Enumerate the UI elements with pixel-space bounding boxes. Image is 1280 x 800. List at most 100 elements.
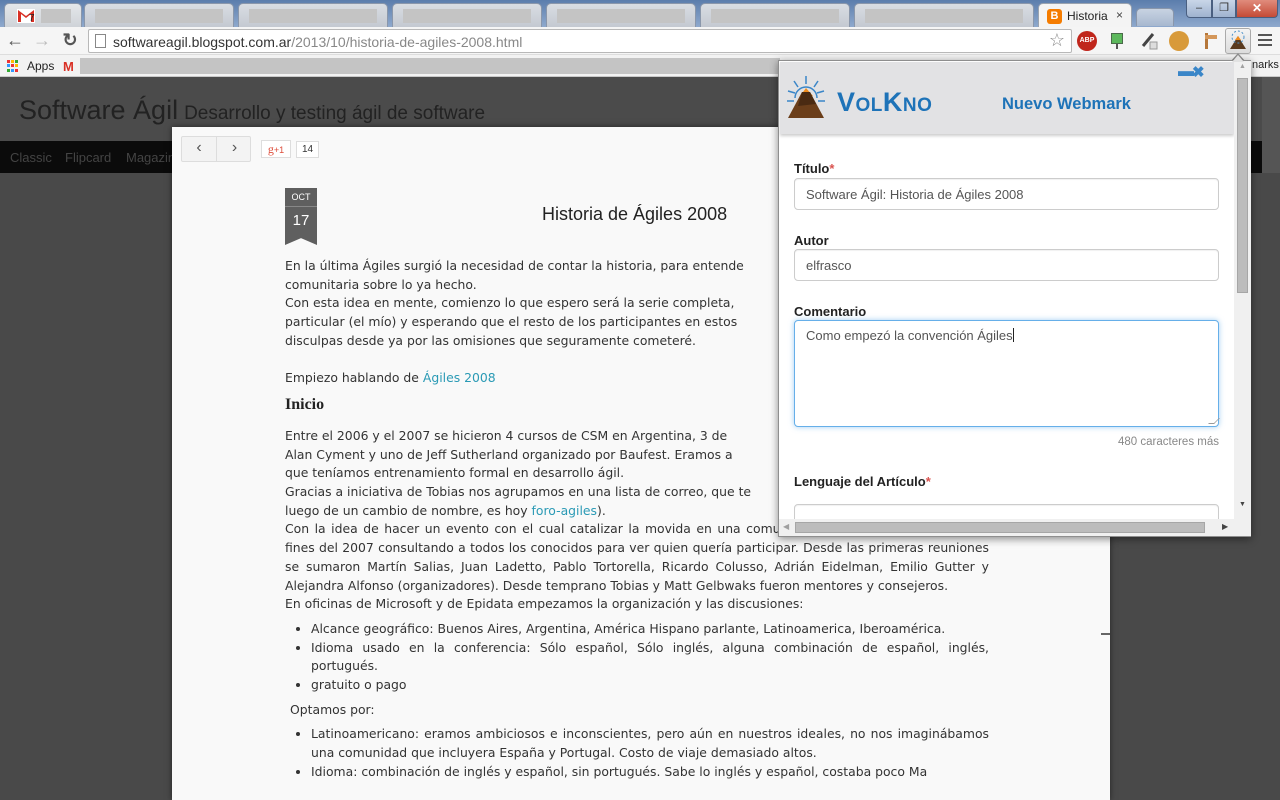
list-item: Alcance geográfico: Buenos Aires, Argent… bbox=[311, 620, 989, 639]
monitor-icon[interactable] bbox=[1107, 31, 1127, 51]
blog-title-text: Software Ágil bbox=[19, 95, 179, 125]
offices-paragraph: En oficinas de Microsoft y de Epidata em… bbox=[285, 596, 804, 612]
tab-title-redacted bbox=[711, 9, 839, 23]
popup-horizontal-scrollbar[interactable]: ◀ ▶ bbox=[779, 519, 1234, 536]
tab-title-redacted bbox=[557, 9, 685, 23]
foro-agiles-link[interactable]: foro-agiles bbox=[532, 503, 597, 518]
tab-historia[interactable]: B Historia × bbox=[1038, 3, 1132, 28]
apps-bookmark[interactable]: Apps bbox=[27, 59, 54, 73]
forward-button[interactable]: → bbox=[31, 30, 53, 52]
list-item: Latinoamericano: eramos ambiciosos e inc… bbox=[311, 725, 989, 762]
titulo-label-text: Título bbox=[794, 161, 830, 176]
decision-list: Latinoamericano: eramos ambiciosos e inc… bbox=[311, 725, 989, 781]
volkno-extension-button[interactable] bbox=[1225, 28, 1251, 54]
bookmark-star-icon[interactable]: ☆ bbox=[1049, 30, 1065, 51]
tab-redacted[interactable] bbox=[84, 3, 234, 27]
blogger-icon: B bbox=[1047, 9, 1062, 24]
popup-subtitle: Nuevo Webmark bbox=[1002, 95, 1131, 113]
view-magazine[interactable]: Magazin bbox=[126, 150, 175, 165]
list-item: Idioma: combinación de inglés y español,… bbox=[311, 763, 989, 782]
titulo-label: Título* bbox=[794, 161, 834, 176]
popup-close-icon[interactable]: ✖ bbox=[1192, 63, 1205, 81]
page-scrollbar[interactable] bbox=[1262, 77, 1280, 173]
url-path: /2013/10/historia-de-agiles-2008.html bbox=[291, 34, 523, 50]
tab-gmail[interactable]: 7 bbox=[4, 3, 82, 27]
required-mark: * bbox=[829, 161, 835, 176]
apps-icon[interactable] bbox=[7, 60, 19, 72]
lenguaje-select[interactable] bbox=[794, 504, 1219, 519]
cookie-icon[interactable] bbox=[1169, 31, 1189, 51]
new-tab-button[interactable] bbox=[1136, 8, 1174, 26]
comentario-textarea[interactable]: Como empezó la convención Ágiles bbox=[794, 320, 1219, 427]
volkno-logo-icon bbox=[787, 76, 825, 118]
google-plus-one-button[interactable]: g+1 bbox=[261, 140, 291, 158]
signpost-icon[interactable] bbox=[1199, 31, 1219, 51]
tab-close-icon[interactable]: × bbox=[1116, 8, 1123, 22]
gmail-bookmark[interactable]: M bbox=[63, 59, 74, 74]
date-month: OCT bbox=[285, 188, 317, 207]
volkno-icon bbox=[1230, 30, 1246, 49]
adblock-plus-icon[interactable]: ABP bbox=[1077, 31, 1097, 51]
popup-arrow-fill bbox=[1232, 55, 1244, 62]
back-button[interactable]: ← bbox=[4, 30, 26, 52]
blog-description: Desarrollo y testing ágil de software bbox=[184, 103, 486, 124]
scroll-thumb[interactable] bbox=[1237, 78, 1248, 293]
minimize-window-button[interactable]: – bbox=[1186, 0, 1212, 18]
scroll-right-icon[interactable]: ▶ bbox=[1222, 522, 1228, 531]
close-window-button[interactable]: ✕ bbox=[1236, 0, 1278, 18]
tab-label: Historia bbox=[1067, 9, 1108, 23]
start-text: Empiezo hablando de bbox=[285, 369, 423, 385]
date-day: 17 bbox=[285, 207, 317, 245]
scroll-thumb[interactable] bbox=[795, 522, 1205, 533]
tab-redacted[interactable] bbox=[700, 3, 850, 27]
title-bar: 7 B Historia × – ❐ ✕ bbox=[0, 0, 1280, 28]
autor-input[interactable] bbox=[794, 249, 1219, 281]
autor-label: Autor bbox=[794, 233, 829, 248]
gplus-plus-one: +1 bbox=[273, 145, 285, 155]
scrollbar-corner bbox=[1234, 519, 1251, 536]
tab-redacted[interactable] bbox=[546, 3, 696, 27]
volkno-brand: VolKno bbox=[837, 87, 933, 117]
popup-vertical-scrollbar[interactable]: ▲ ▼ bbox=[1234, 61, 1251, 519]
maximize-window-button[interactable]: ❐ bbox=[1212, 0, 1236, 18]
minimize-icon: – bbox=[1195, 2, 1203, 14]
reload-button[interactable]: ↻ bbox=[59, 30, 81, 52]
tab-title-redacted bbox=[403, 9, 531, 23]
required-mark: * bbox=[925, 474, 931, 489]
text-caret bbox=[1012, 328, 1014, 342]
address-bar[interactable]: softwareagil.blogspot.com.ar/2013/10/his… bbox=[88, 29, 1072, 53]
other-bookmarks[interactable]: narks bbox=[1252, 59, 1279, 71]
blog-title[interactable]: Software Ágil Desarrollo y testing ágil d… bbox=[19, 95, 485, 126]
card-edge-mark bbox=[1101, 633, 1110, 635]
foro-prefix: luego de un cambio de nombre, es hoy bbox=[285, 502, 532, 518]
view-flipcard[interactable]: Flipcard bbox=[65, 150, 111, 165]
popup-header: VolKno Nuevo Webmark ▬ ✖ bbox=[780, 62, 1234, 134]
lenguaje-label: Lenguaje del Artículo* bbox=[794, 474, 931, 489]
browser-toolbar: ← → ↻ softwareagil.blogspot.com.ar/2013/… bbox=[0, 27, 1280, 55]
eyedropper-icon[interactable] bbox=[1139, 31, 1159, 51]
previous-post-button[interactable]: ‹ bbox=[182, 137, 217, 161]
gplus-count: 14 bbox=[296, 141, 319, 158]
tab-title-redacted bbox=[95, 9, 223, 23]
scroll-up-icon[interactable]: ▲ bbox=[1234, 63, 1251, 70]
url-text: softwareagil.blogspot.com.ar/2013/10/his… bbox=[113, 34, 522, 50]
tab-title-redacted bbox=[865, 9, 1023, 23]
post-pager: ‹ › bbox=[181, 136, 251, 162]
tab-title-redacted bbox=[41, 9, 71, 23]
list-item: gratuito o pago bbox=[311, 676, 989, 695]
tab-redacted[interactable] bbox=[392, 3, 542, 27]
volkno-popup: VolKno Nuevo Webmark ▬ ✖ Título* Autor C… bbox=[778, 60, 1251, 537]
tab-redacted[interactable] bbox=[238, 3, 388, 27]
browser-window: 7 B Historia × – ❐ ✕ ← → ↻ softwareagil.… bbox=[0, 0, 1280, 800]
scroll-down-icon[interactable]: ▼ bbox=[1234, 501, 1251, 508]
titulo-input[interactable] bbox=[794, 178, 1219, 210]
maximize-icon: ❐ bbox=[1219, 2, 1229, 14]
chrome-menu-icon[interactable] bbox=[1258, 34, 1272, 49]
list-item: Idioma usado en la conferencia: Sólo esp… bbox=[311, 639, 989, 676]
tab-redacted[interactable] bbox=[854, 3, 1034, 27]
agiles-2008-link[interactable]: Ágiles 2008 bbox=[423, 370, 496, 385]
view-classic[interactable]: Classic bbox=[10, 150, 52, 165]
next-post-button[interactable]: › bbox=[217, 137, 252, 161]
scroll-left-icon[interactable]: ◀ bbox=[783, 522, 789, 531]
optamos-label: Optamos por: bbox=[290, 701, 375, 717]
